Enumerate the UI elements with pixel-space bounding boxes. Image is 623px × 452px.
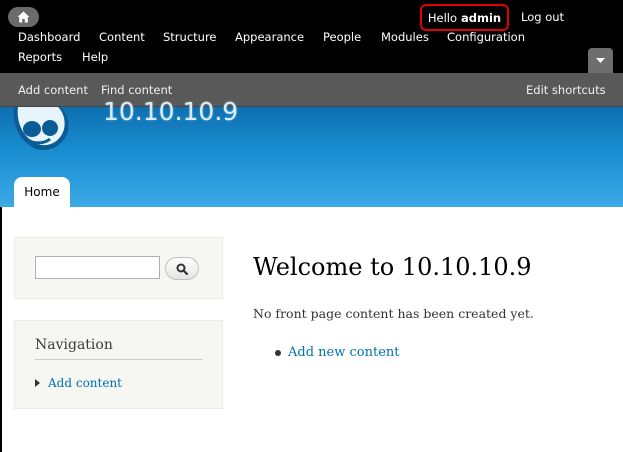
logout-link[interactable]: Log out (521, 10, 564, 24)
shortcuts-drawer-toggle[interactable] (588, 48, 613, 73)
user-name-link[interactable]: admin (461, 11, 501, 25)
site-logo[interactable] (10, 107, 70, 157)
menu-structure[interactable]: Structure (163, 30, 217, 44)
search-input[interactable] (35, 256, 160, 279)
menu-appearance[interactable]: Appearance (235, 30, 304, 44)
search-block (14, 237, 223, 299)
admin-toolbar: Hello admin Log out Dashboard Content St… (0, 0, 623, 73)
navigation-block: Navigation Add content (14, 320, 223, 409)
search-button[interactable] (165, 257, 199, 280)
tab-home[interactable]: Home (14, 177, 70, 207)
collapsed-arrow-icon (35, 379, 40, 387)
divider (35, 359, 203, 360)
shortcut-add-content[interactable]: Add content (18, 83, 88, 97)
menu-help[interactable]: Help (82, 50, 108, 64)
edit-shortcuts-link[interactable]: Edit shortcuts (526, 83, 606, 97)
search-icon (176, 263, 188, 275)
page-content: Navigation Add content Welcome to 10.10.… (2, 207, 623, 452)
home-icon (17, 11, 30, 23)
page-title: Welcome to 10.10.10.9 (253, 253, 532, 281)
drupal-logo-icon (13, 107, 69, 151)
shortcuts-bar: Add content Find content Edit shortcuts (0, 73, 623, 107)
menu-configuration[interactable]: Configuration (447, 30, 525, 44)
nav-add-content-link[interactable]: Add content (48, 376, 122, 390)
navigation-item: Add content (35, 376, 122, 390)
site-header: 10.10.10.9 Home (0, 97, 623, 207)
bullet-icon (275, 349, 281, 356)
home-button[interactable] (8, 7, 39, 27)
navigation-title: Navigation (35, 337, 113, 353)
user-greeting: Hello admin (420, 4, 509, 31)
menu-content[interactable]: Content (99, 30, 145, 44)
shortcut-find-content[interactable]: Find content (101, 83, 172, 97)
menu-reports[interactable]: Reports (18, 50, 62, 64)
menu-dashboard[interactable]: Dashboard (18, 30, 80, 44)
menu-modules[interactable]: Modules (381, 30, 429, 44)
site-name[interactable]: 10.10.10.9 (103, 97, 238, 126)
menu-people[interactable]: People (323, 30, 361, 44)
empty-front-page-message: No front page content has been created y… (253, 306, 534, 321)
greeting-text: Hello (427, 10, 458, 25)
list-item: Add new content (275, 345, 399, 360)
add-new-content-link[interactable]: Add new content (288, 345, 399, 360)
chevron-down-icon (596, 57, 605, 63)
